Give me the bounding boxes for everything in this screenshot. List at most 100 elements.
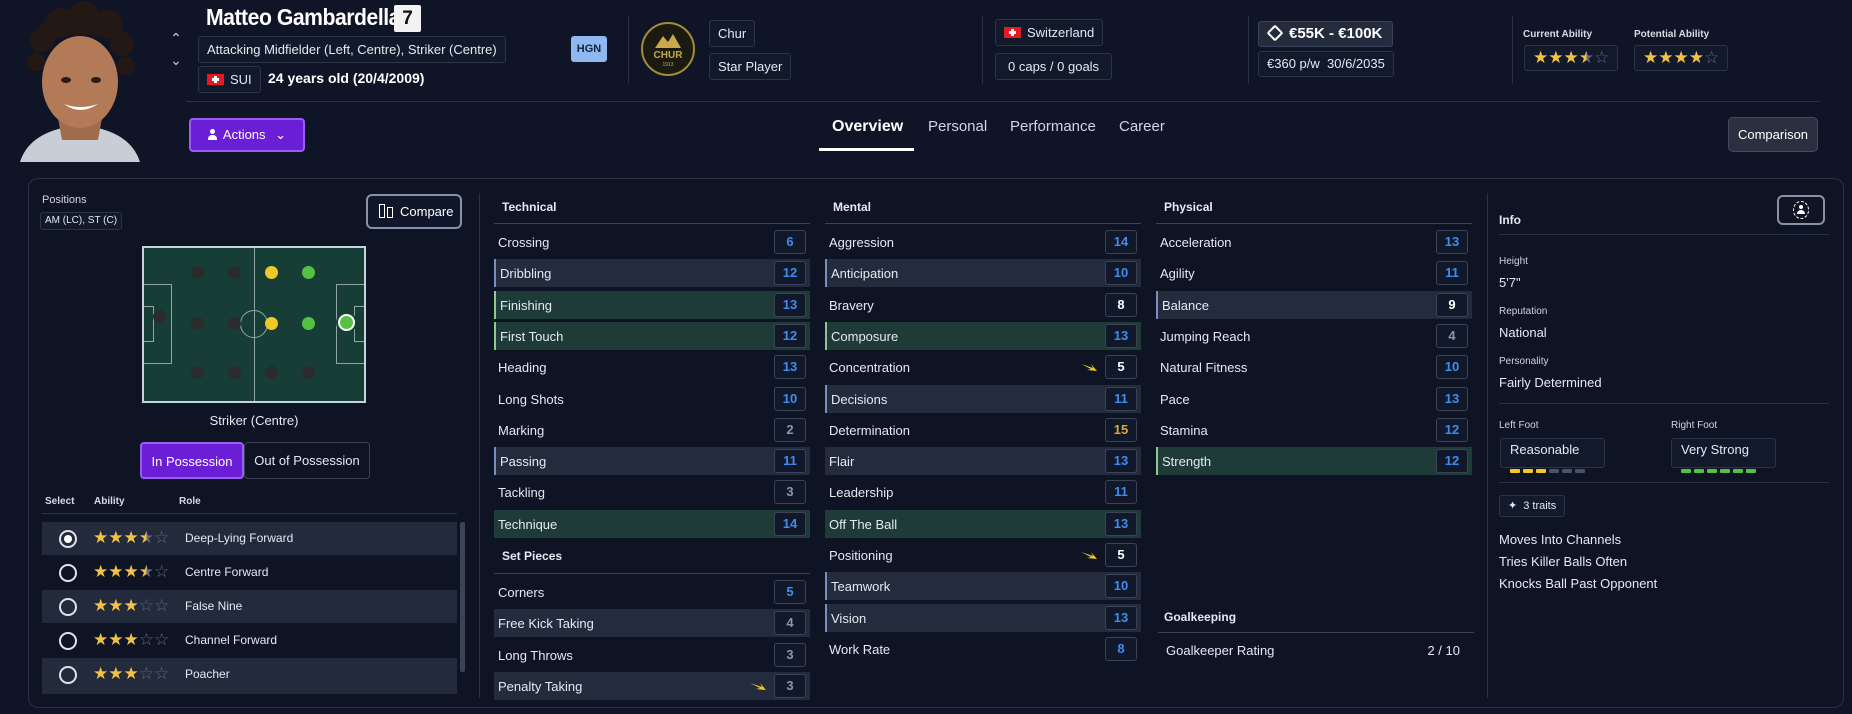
attribute-row[interactable]: Crossing 6 (494, 228, 810, 256)
role-row[interactable]: ★★★★☆ Deep-Lying Forward (42, 522, 457, 555)
attribute-row[interactable]: Composure 13 (825, 321, 1141, 350)
player-card-button[interactable] (1777, 195, 1825, 225)
attribute-row[interactable]: Positioning 5 (825, 541, 1141, 569)
nation-chip[interactable]: Switzerland (995, 19, 1104, 46)
position-dot (228, 266, 241, 279)
attribute-name: Determination (829, 422, 910, 438)
role-radio[interactable] (59, 530, 77, 548)
club-logo[interactable]: CHUR 1913 (641, 22, 695, 76)
attribute-row[interactable]: Work Rate 8 (825, 635, 1141, 663)
club-name[interactable]: Chur (709, 20, 756, 47)
attribute-name: Aggression (829, 235, 895, 250)
attribute-row[interactable]: Heading 13 (494, 353, 810, 381)
club-logo-text: CHUR (654, 50, 684, 61)
trend-up-arrow-icon (1081, 364, 1097, 372)
role-radio[interactable] (59, 666, 77, 684)
attribute-row[interactable]: Decisions 11 (825, 384, 1141, 413)
role-radio[interactable] (59, 564, 77, 582)
attribute-row[interactable]: Anticipation 10 (825, 259, 1141, 288)
attribute-name: Long Shots (498, 391, 564, 407)
attribute-row[interactable]: Natural Fitness 10 (1156, 353, 1472, 381)
tab-personal[interactable]: Personal (928, 118, 987, 135)
attribute-row[interactable]: Balance 9 (1156, 290, 1472, 319)
attribute-value: 3 (774, 673, 806, 698)
attribute-row[interactable]: Acceleration 13 (1156, 228, 1472, 256)
tab-overview[interactable]: Overview (832, 118, 903, 136)
attribute-value: 10 (1436, 355, 1468, 380)
attribute-name: Corners (498, 585, 545, 600)
attribute-row[interactable]: Long Shots 10 (494, 385, 810, 413)
role-row[interactable]: ★★★☆☆ Channel Forward (42, 624, 457, 657)
attribute-row[interactable]: Determination 15 (825, 416, 1141, 444)
role-row[interactable]: ★★★☆☆ False Nine (42, 590, 457, 623)
header-separator (186, 101, 1820, 102)
goalkeeper-rating-value: 2 / 10 (1427, 643, 1460, 658)
attribute-row[interactable]: Long Throws 3 (494, 641, 810, 669)
role-ability-stars: ★★★★☆ (93, 528, 170, 547)
tab-performance[interactable]: Performance (1010, 118, 1096, 135)
attribute-row[interactable]: Corners 5 (494, 578, 810, 606)
attribute-name: Strength (1162, 454, 1212, 470)
tab-career[interactable]: Career (1119, 118, 1165, 135)
attribute-row[interactable]: Agility 11 (1156, 259, 1472, 287)
next-player-arrow[interactable]: ⌄ (168, 52, 184, 68)
attribute-value: 5 (1105, 355, 1137, 380)
compare-button[interactable]: Compare (366, 194, 462, 229)
attribute-row[interactable]: Concentration 5 (825, 353, 1141, 381)
attribute-row[interactable]: Finishing 13 (494, 290, 810, 319)
attribute-row[interactable]: Pace 13 (1156, 385, 1472, 413)
attribute-row[interactable]: Flair 13 (825, 447, 1141, 476)
attribute-row[interactable]: Vision 13 (825, 603, 1141, 632)
attribute-row[interactable]: Jumping Reach 4 (1156, 322, 1472, 350)
role-radio[interactable] (59, 598, 77, 616)
squad-status: Star Player (709, 53, 792, 80)
attribute-value: 12 (1436, 417, 1468, 442)
player-header: ⌃ ⌄ Matteo Gambardella 7 Attacking Midfi… (0, 0, 1852, 170)
attribute-row[interactable]: Stamina 12 (1156, 416, 1472, 444)
attribute-row[interactable]: Bravery 8 (825, 291, 1141, 319)
swiss-flag-icon (207, 74, 224, 85)
position-dot-selected[interactable] (338, 314, 355, 331)
role-row[interactable]: ★★★☆☆ Poacher (42, 658, 457, 691)
attribute-row[interactable]: First Touch 12 (494, 321, 810, 350)
position-dot (228, 366, 241, 379)
attribute-row[interactable]: Teamwork 10 (825, 572, 1141, 601)
attribute-row[interactable]: Free Kick Taking 4 (494, 609, 810, 638)
roles-scrollbar[interactable] (460, 522, 465, 672)
role-row[interactable]: ★★★★☆ Centre Forward (42, 556, 457, 589)
comparison-button[interactable]: Comparison (1728, 117, 1818, 152)
nation-name: Switzerland (1027, 25, 1095, 40)
attribute-row[interactable]: Marking 2 (494, 416, 810, 444)
role-ability-stars: ★★★☆☆ (93, 630, 170, 649)
trend-up-arrow-icon (1081, 552, 1097, 559)
out-of-possession-toggle[interactable]: Out of Possession (244, 442, 370, 479)
attribute-row[interactable]: Leadership 11 (825, 478, 1141, 506)
attribute-name: Dribbling (500, 266, 552, 282)
nationality-chip[interactable]: SUI (198, 66, 261, 93)
swiss-flag-icon (1004, 27, 1021, 38)
attribute-row[interactable]: Penalty Taking 3 (494, 671, 810, 700)
nation-code: SUI (230, 72, 252, 87)
attribute-row[interactable]: Strength 12 (1156, 447, 1472, 476)
attribute-value: 3 (774, 480, 806, 505)
actions-button[interactable]: Actions ⌄ (189, 118, 305, 152)
height-label: Height (1499, 256, 1528, 267)
previous-player-arrow[interactable]: ⌃ (168, 30, 184, 46)
attribute-row[interactable]: Tackling 3 (494, 478, 810, 506)
attribute-value: 13 (774, 292, 806, 317)
attribute-value: 13 (1105, 323, 1137, 348)
attribute-row[interactable]: Dribbling 12 (494, 259, 810, 288)
attribute-name: Pace (1160, 391, 1190, 407)
in-possession-toggle[interactable]: In Possession (140, 442, 244, 479)
traits-chip[interactable]: ✦ 3 traits (1499, 495, 1566, 517)
attribute-name: Positioning (829, 548, 893, 563)
attribute-row[interactable]: Passing 11 (494, 447, 810, 476)
roles-header-role: Role (179, 496, 201, 507)
attribute-name: Decisions (831, 391, 888, 407)
attribute-row[interactable]: Technique 14 (494, 509, 810, 538)
player-card-icon (1793, 201, 1809, 219)
role-radio[interactable] (59, 632, 77, 650)
attribute-row[interactable]: Aggression 14 (825, 228, 1141, 256)
attribute-row[interactable]: Off The Ball 13 (825, 509, 1141, 538)
attribute-value: 13 (1105, 449, 1137, 474)
